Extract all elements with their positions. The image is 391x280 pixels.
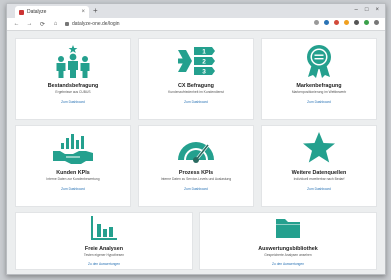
dashboard-link[interactable]: Zum Dashboard xyxy=(139,187,253,191)
card-subtitle: Gespeicherte Analysen ansehen xyxy=(264,253,312,257)
close-window-button[interactable]: × xyxy=(375,6,379,15)
svg-text:2: 2 xyxy=(202,58,206,65)
svg-text:3: 3 xyxy=(202,68,206,75)
card-title: Bestandsbefragung xyxy=(47,83,99,89)
browser-tab[interactable]: Datalyze × xyxy=(15,6,89,18)
dashboard-link[interactable]: Zum Dashboard xyxy=(262,100,376,104)
handshake-icon xyxy=(53,134,93,164)
menu-icon[interactable] xyxy=(374,20,379,25)
new-tab-button[interactable]: + xyxy=(93,6,98,16)
analysis-link[interactable]: Zu den Auswertungen xyxy=(16,262,192,266)
card-subtitle: Markenpositionierung im Wettbewerb xyxy=(291,90,347,94)
extension-icon[interactable] xyxy=(334,20,339,25)
toolbar-icons xyxy=(314,20,379,25)
home-icon[interactable]: ⌂ xyxy=(52,21,59,27)
card-title: Weitere Datenquellen xyxy=(291,170,347,176)
card-title: Kunden KPIs xyxy=(56,170,90,176)
card-weitere-datenquellen[interactable]: Weitere Datenquellen Individuell erweite… xyxy=(261,125,377,207)
tab-title: Datalyze xyxy=(27,9,47,15)
card-freie-analysen[interactable]: Freie Analysen Testen eigener Hypothesen… xyxy=(15,212,193,270)
dashboard-link[interactable]: Zum Dashboard xyxy=(16,100,130,104)
extension-icon[interactable] xyxy=(324,20,329,25)
lock-icon xyxy=(65,22,69,26)
tab-strip: Datalyze × + – □ × xyxy=(7,4,385,18)
back-icon[interactable]: ← xyxy=(13,21,20,27)
card-cx-befragung[interactable]: 1 2 3 CX Befragung Kundenzufriedenheit i… xyxy=(138,38,254,120)
card-subtitle: Interne Daten zur Kundenbewertung xyxy=(46,177,100,181)
card-subtitle: Kundenzufriedenheit im Kundendienst xyxy=(168,90,224,94)
card-prozess-kpis[interactable]: Prozess KPIs Interne Daten zu Service-Le… xyxy=(138,125,254,207)
card-title: Auswertungsbibliothek xyxy=(258,246,318,252)
numbered-list-icon: 1 2 3 xyxy=(178,47,215,75)
favicon-icon xyxy=(19,9,24,15)
card-title: CX Befragung xyxy=(178,83,214,89)
extension-icon[interactable] xyxy=(354,20,359,25)
card-subtitle: Interne Daten zu Service-Levels und Ausl… xyxy=(160,177,232,181)
minimize-button[interactable]: – xyxy=(355,6,358,15)
url-text: datalyze-one.de/login xyxy=(72,21,120,27)
bookmark-star-icon[interactable] xyxy=(314,20,319,25)
dashboard-link[interactable]: Zum Dashboard xyxy=(139,100,253,104)
svg-text:1: 1 xyxy=(202,48,206,55)
forward-icon[interactable]: → xyxy=(26,21,33,27)
card-title: Prozess KPIs xyxy=(178,170,214,176)
star-icon xyxy=(303,132,335,163)
library-link[interactable]: Zu den Auswertungen xyxy=(200,262,376,266)
dashboard-grid: Bestandsbefragung Ergebnisse aus CUBUS Z… xyxy=(7,31,385,274)
card-auswertungsbibliothek[interactable]: Auswertungsbibliothek Gespeicherte Analy… xyxy=(199,212,377,270)
browser-toolbar: ← → ⟳ ⌂ datalyze-one.de/login xyxy=(7,18,385,31)
profile-avatar-icon[interactable] xyxy=(364,20,369,25)
card-bestandsbefragung[interactable]: Bestandsbefragung Ergebnisse aus CUBUS Z… xyxy=(15,38,131,120)
window-controls: – □ × xyxy=(355,6,379,15)
card-kunden-kpis[interactable]: Kunden KPIs Interne Daten zur Kundenbewe… xyxy=(15,125,131,207)
folder-icon xyxy=(276,219,300,238)
maximize-button[interactable]: □ xyxy=(365,6,369,15)
people-star-icon xyxy=(56,45,90,78)
card-subtitle: Individuell erweiterbar nach Bedarf xyxy=(293,177,345,181)
bar-chart-icon xyxy=(91,216,117,240)
reload-icon[interactable]: ⟳ xyxy=(39,21,46,28)
dashboard-link[interactable]: Zum Dashboard xyxy=(16,187,130,191)
extension-icon[interactable] xyxy=(344,20,349,25)
address-bar[interactable]: datalyze-one.de/login xyxy=(65,21,120,27)
speedometer-icon xyxy=(178,142,214,163)
card-title: Freie Analysen xyxy=(84,246,124,252)
card-subtitle: Testen eigener Hypothesen xyxy=(83,253,125,257)
card-title: Markenbefragung xyxy=(296,83,342,89)
card-subtitle: Ergebnisse aus CUBUS xyxy=(55,90,91,94)
dashboard-link[interactable]: Zum Dashboard xyxy=(262,187,376,191)
tab-close-icon[interactable]: × xyxy=(81,9,85,15)
card-markenbefragung[interactable]: Markenbefragung Markenpositionierung im … xyxy=(261,38,377,120)
award-medal-icon xyxy=(307,45,331,78)
browser-window: Datalyze × + – □ × ← → ⟳ ⌂ datalyze-one.… xyxy=(6,3,386,275)
